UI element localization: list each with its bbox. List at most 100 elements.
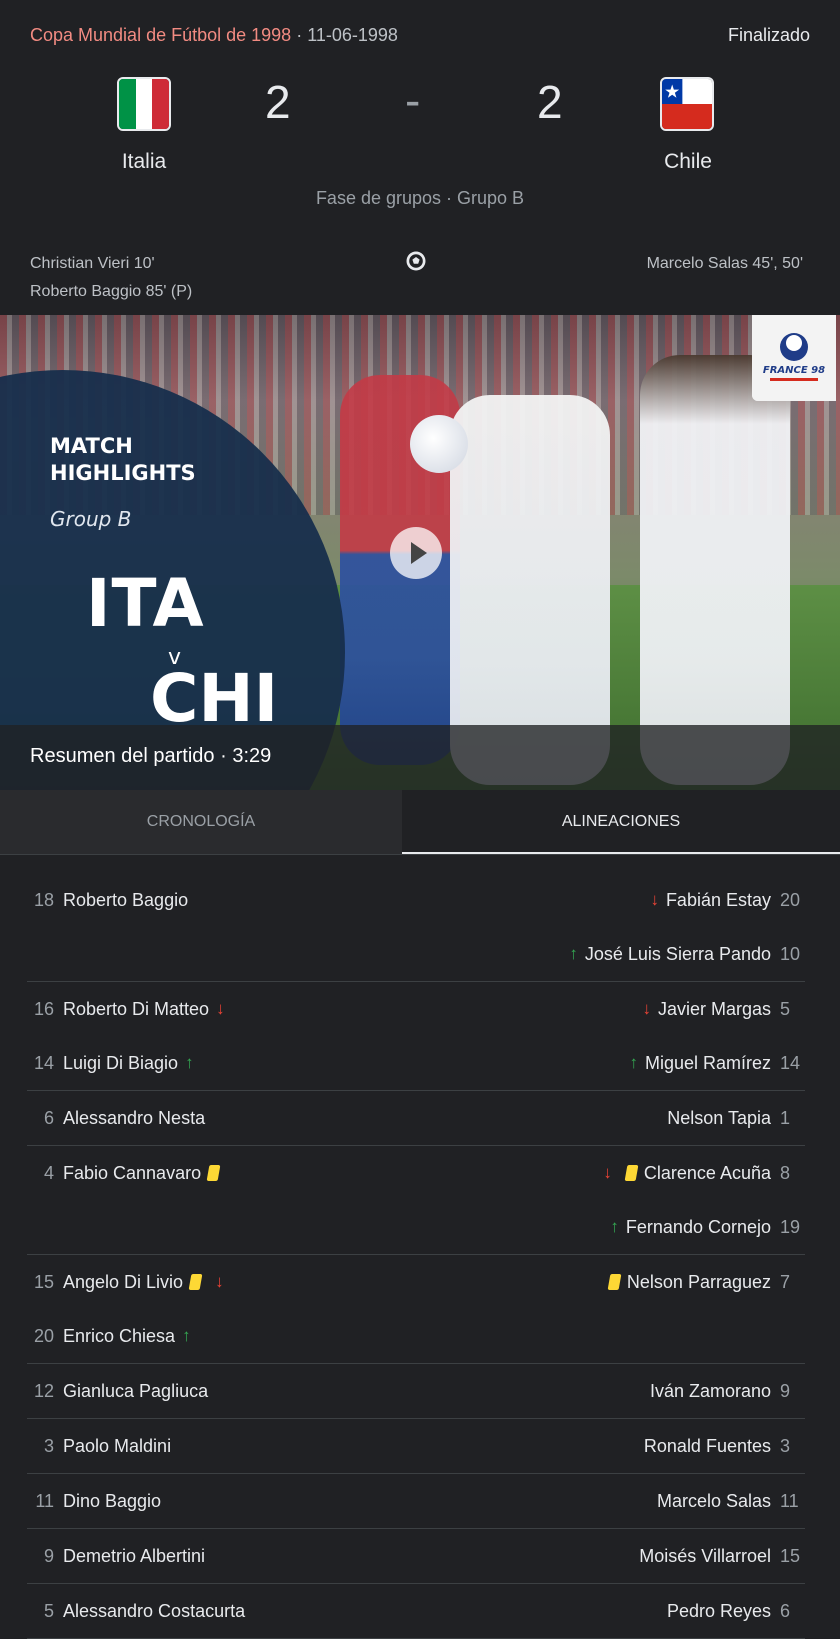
chile-flag-icon[interactable] (660, 77, 714, 131)
home-player[interactable]: 3 Paolo Maldini (27, 1419, 171, 1473)
away-player[interactable]: ↑ Miguel Ramírez 14 (622, 1036, 805, 1090)
away-player[interactable]: ↑ José Luis Sierra Pando 10 (562, 927, 805, 981)
lineups-list: 18 Roberto Baggio ↓ Fabián Estay 20 ↑ José Lui… (27, 873, 805, 1639)
home-player[interactable]: 5 Alessandro Costacurta (27, 1584, 245, 1638)
home-player[interactable]: 6 Alessandro Nesta (27, 1091, 205, 1145)
away-player[interactable]: Ronald Fuentes 3 (644, 1419, 805, 1473)
substitution-in-icon: ↑ (185, 1053, 194, 1072)
lineup-row: 3 Paolo Maldini Ronald Fuentes 3 (27, 1419, 805, 1473)
lineup-row: 16 Roberto Di Matteo ↓ ↓ Javier Margas 5 (27, 982, 805, 1036)
player-number: 9 (780, 1380, 791, 1401)
player-number: 3 (780, 1435, 791, 1456)
scorer: Marcelo Salas 45', 50' (646, 255, 803, 272)
highlights-video[interactable]: MATCH HIGHLIGHTS Group B ITA v CHI FRANC… (0, 315, 840, 790)
substitution-out-icon: ↓ (642, 999, 651, 1018)
away-player[interactable]: Iván Zamorano 9 (650, 1364, 805, 1418)
away-player[interactable]: Nelson Parraguez 7 (602, 1255, 805, 1309)
away-player[interactable]: ↓ Fabián Estay 20 (643, 873, 805, 927)
substitution-in-icon: ↑ (569, 944, 578, 963)
player-number: 12 (33, 1380, 54, 1401)
player-number: 8 (780, 1162, 791, 1183)
player-name: Clarence Acuña (643, 1162, 771, 1183)
away-player[interactable]: Nelson Tapia 1 (667, 1091, 805, 1145)
player-number: 10 (780, 943, 801, 964)
away-player[interactable]: ↓ Javier Margas 5 (635, 982, 805, 1036)
away-team-name[interactable]: Chile (608, 150, 768, 174)
home-player[interactable]: 4 Fabio Cannavaro (27, 1146, 226, 1200)
home-player[interactable]: 11 Dino Baggio (27, 1474, 161, 1528)
substitution-out-icon: ↓ (216, 999, 225, 1018)
competition-link[interactable]: Copa Mundial de Fútbol de 1998 (30, 25, 291, 45)
flag-stripe (119, 79, 136, 129)
player-name: Fabián Estay (665, 889, 771, 910)
video-team1: ITA (86, 565, 205, 642)
player-name: Pedro Reyes (666, 1600, 771, 1621)
match-date: · 11-06-1998 (296, 25, 398, 45)
substitution-out-icon: ↓ (650, 890, 659, 909)
italy-flag-icon[interactable] (117, 77, 171, 131)
video-caption: Resumen del partido · 3:29 (30, 745, 272, 767)
away-player[interactable]: ↓ Clarence Acuña 8 (596, 1146, 805, 1200)
away-scorers: Marcelo Salas 45', 50' (647, 250, 803, 278)
home-player[interactable]: 20 Enrico Chiesa ↑ (27, 1309, 198, 1363)
flag-stripe (135, 79, 153, 129)
player-name: Paolo Maldini (63, 1435, 172, 1456)
player-name: Enrico Chiesa (63, 1325, 176, 1346)
yellow-card-icon (607, 1274, 622, 1290)
lineup-row: 11 Dino Baggio Marcelo Salas 11 (27, 1474, 805, 1528)
player-number: 3 (43, 1435, 54, 1456)
home-player[interactable]: 18 Roberto Baggio (27, 873, 188, 927)
away-player[interactable]: Pedro Reyes 6 (667, 1584, 805, 1638)
lineup-row: 15 Angelo Di Livio ↓ Nelson Parraguez 7 (27, 1255, 805, 1309)
player-name: Nelson Parraguez (626, 1271, 771, 1292)
home-player[interactable]: 15 Angelo Di Livio ↓ (27, 1255, 231, 1309)
scorer: Roberto Baggio 85' (P) (30, 283, 193, 300)
home-team-name[interactable]: Italia (64, 150, 224, 174)
lineup-row: 20 Enrico Chiesa ↑ (27, 1309, 805, 1363)
tab-bar: CRONOLOGÍA ALINEACIONES (0, 790, 840, 855)
player-name: Iván Zamorano (649, 1380, 771, 1401)
player-name: Miguel Ramírez (644, 1052, 771, 1073)
player-number: 19 (780, 1216, 801, 1237)
player-name: Fabio Cannavaro (63, 1162, 202, 1183)
player-name: Alessandro Nesta (63, 1107, 206, 1128)
video-title-line: HIGHLIGHTS (50, 461, 196, 485)
player-number: 5 (780, 998, 791, 1019)
player-number: 11 (780, 1490, 799, 1511)
play-button[interactable] (390, 527, 442, 579)
tab-alineaciones[interactable]: ALINEACIONES (402, 790, 840, 854)
player-number: 16 (33, 998, 54, 1019)
away-player[interactable]: ↑ Fernando Cornejo 19 (603, 1200, 805, 1254)
player-name: Moisés Villarroel (639, 1545, 771, 1566)
home-player[interactable]: 14 Luigi Di Biagio ↑ (27, 1036, 201, 1090)
yellow-card-icon (624, 1165, 639, 1181)
lineup-row: 5 Alessandro Costacurta Pedro Reyes 6 (27, 1584, 805, 1638)
player-name: Ronald Fuentes (643, 1435, 771, 1456)
player-name: Demetrio Albertini (63, 1545, 206, 1566)
player-figure (640, 355, 790, 785)
ball (410, 415, 468, 473)
home-player[interactable]: 12 Gianluca Pagliuca (27, 1364, 208, 1418)
scorer: Christian Vieri 10' (30, 255, 155, 272)
home-player[interactable]: 16 Roberto Di Matteo ↓ (27, 982, 232, 1036)
video-caption-bar: Resumen del partido · 3:29 (0, 725, 840, 790)
home-player[interactable]: 9 Demetrio Albertini (27, 1529, 205, 1583)
tab-cronologia[interactable]: CRONOLOGÍA (0, 790, 402, 854)
away-player[interactable]: Marcelo Salas 11 (657, 1474, 805, 1528)
player-number: 11 (35, 1490, 54, 1511)
player-number: 14 (33, 1052, 54, 1073)
player-number: 6 (780, 1600, 791, 1621)
video-title-line: MATCH (50, 434, 133, 458)
player-name: Roberto Di Matteo (63, 998, 210, 1019)
player-number: 1 (780, 1107, 791, 1128)
player-name: Nelson Tapia (667, 1107, 771, 1128)
substitution-out-icon: ↓ (215, 1272, 224, 1291)
away-player[interactable]: Moisés Villarroel 15 (639, 1529, 805, 1583)
lineup-row: 12 Gianluca Pagliuca Iván Zamorano 9 (27, 1364, 805, 1418)
substitution-in-icon: ↑ (629, 1053, 638, 1072)
lineup-group: 5 Alessandro Costacurta Pedro Reyes 6 (27, 1584, 805, 1639)
lineup-row: 18 Roberto Baggio ↓ Fabián Estay 20 (27, 873, 805, 927)
player-number: 4 (43, 1162, 54, 1183)
player-number: 20 (33, 1325, 54, 1346)
player-name: Angelo Di Livio (63, 1271, 184, 1292)
